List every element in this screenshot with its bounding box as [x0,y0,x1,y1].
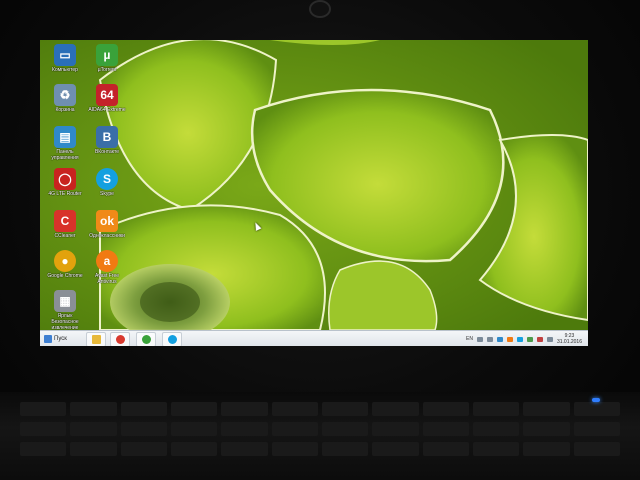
desktop-icon-ccleaner[interactable]: C CCleaner [44,210,86,239]
system-tray: EN 9:23 31.01.2016 [466,332,582,346]
keyboard-row [20,402,620,416]
control-panel-icon: ▤ [54,126,76,148]
desktop-icon-label: ВКонтакте [94,149,120,155]
chrome-icon [115,335,125,344]
desktop-icon-label: Одноклассники [89,233,125,239]
clock-date: 31.01.2016 [556,339,582,345]
router-icon: ◯ [54,168,76,190]
desktop-icon-label: 4G LTE Router [48,191,82,197]
desktop-icon-computer[interactable]: ▭ Компьютер [44,44,86,73]
avast-icon: a [96,250,118,272]
utorrent-icon [141,335,151,344]
network-icon[interactable] [476,336,483,342]
taskbar-utorrent-button[interactable] [136,332,156,346]
desktop-icon-control-panel[interactable]: ▤ Панель управления [44,126,86,161]
desktop-icon-label: CCleaner [54,233,76,239]
skype-icon [167,335,177,344]
desktop-icon-avast[interactable]: a Avast Free Antivirus [86,250,128,285]
desktop-icon-label: AIDA64 Extreme [88,107,126,113]
chrome-icon: ● [54,250,76,272]
ccleaner-icon: C [54,210,76,232]
printer-icon: ▦ [54,290,76,312]
desktop-icon-label: Корзина [55,107,75,113]
desktop-icon-vk[interactable]: B ВКонтакте [86,126,128,155]
desktop-icon-label: µTorrent [97,67,117,73]
laptop-keyboard [0,392,640,480]
desktop-icon-label: Компьютер [52,67,78,73]
recycle-bin-icon: ♻ [54,84,76,106]
desktop-icon-label: Avast Free Antivirus [94,273,120,285]
vk-icon: B [96,126,118,148]
start-label: Пуск [54,336,67,342]
power-led-icon [592,398,600,402]
desktop-icon-chrome[interactable]: ● Google Chrome [44,250,86,279]
desktop-icon-aida64[interactable]: 64 AIDA64 Extreme [86,84,128,113]
desktop-icon-label: Ярлык Безопасное извлечение [51,313,79,331]
desktop-icon-recycle-bin[interactable]: ♻ Корзина [44,84,86,113]
utorrent-icon: µ [96,44,118,66]
computer-icon: ▭ [54,44,76,66]
desktop-screen: ▭ Компьютер µ µTorrent ♻ Корзина 64 AIDA… [40,40,588,346]
desktop-icon-router[interactable]: ◯ 4G LTE Router [44,168,86,197]
desktop-icon-odnoklassniki[interactable]: ok Одноклассники [86,210,128,239]
desktop-icon-label: Skype [100,191,114,197]
taskbar-skype-button[interactable] [162,332,182,346]
taskbar-folder-button[interactable] [86,332,106,346]
desktop-icon-utorrent[interactable]: µ µTorrent [86,44,128,73]
taskbar-chrome-button[interactable] [110,332,130,346]
skype-tray-icon[interactable] [516,336,523,342]
desktop-icon-label: Панель управления [51,149,79,161]
shield-icon[interactable] [496,336,503,342]
laptop-bezel: ▭ Компьютер µ µTorrent ♻ Корзина 64 AIDA… [0,0,640,480]
language-indicator[interactable]: EN [466,336,473,342]
odnoklassniki-icon: ok [96,210,118,232]
battery-icon[interactable] [526,336,533,342]
desktop-icon-safe-remove[interactable]: ▦ Ярлык Безопасное извлечение [44,290,86,331]
desktop-icon-label: Google Chrome [47,273,83,279]
desktop-icon-skype[interactable]: S Skype [86,168,128,197]
taskbar: Пуск EN 9:23 31.01.2016 [40,330,588,346]
antivirus-icon[interactable] [506,336,513,342]
keyboard-row [20,442,620,456]
aida64-icon: 64 [96,84,118,106]
volume-icon[interactable] [546,336,553,342]
windows-logo-icon [44,335,52,343]
cloud-icon[interactable] [486,336,493,342]
webcam-icon [309,0,331,18]
skype-icon: S [96,168,118,190]
start-button[interactable]: Пуск [44,333,80,345]
folder-icon [91,335,101,344]
clock[interactable]: 9:23 31.01.2016 [557,333,582,345]
keyboard-row [20,422,620,436]
flag-icon[interactable] [536,336,543,342]
